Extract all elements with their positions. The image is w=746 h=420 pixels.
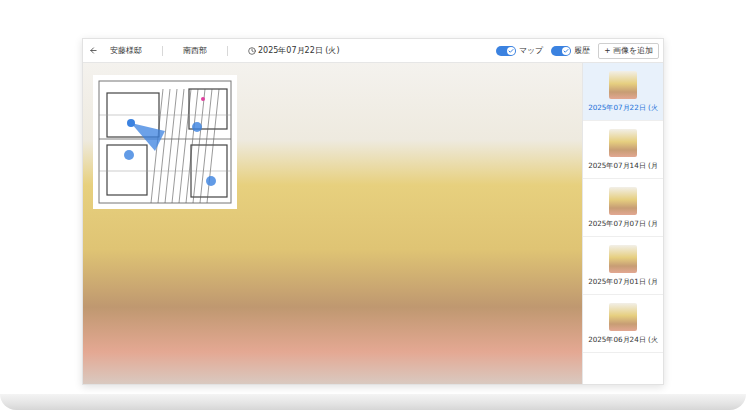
- history-thumbnail: [609, 187, 637, 215]
- history-date: 2025年07月07日 (月: [588, 219, 658, 229]
- minimap[interactable]: [93, 75, 237, 209]
- toggle-knob: [507, 47, 515, 55]
- toggle-switch[interactable]: [551, 46, 571, 56]
- toggle-switch[interactable]: [496, 46, 516, 56]
- history-item[interactable]: 2025年07月01日 (月: [583, 237, 663, 295]
- page: 安藤様邸 南西部 2025年07月22日 (火) マップ履歴 + 画像を追加 2025年0…: [0, 0, 746, 420]
- toggle[interactable]: マップ: [496, 45, 543, 56]
- history-item[interactable]: 2025年07月07日 (月: [583, 179, 663, 237]
- history-date: 2025年06月24日 (火: [588, 335, 658, 345]
- history-thumbnail: [609, 129, 637, 157]
- top-bar: 安藤様邸 南西部 2025年07月22日 (火) マップ履歴 + 画像を追加: [83, 39, 663, 63]
- history-thumbnail: [609, 71, 637, 99]
- check-icon: [563, 48, 569, 54]
- add-image-button[interactable]: + 画像を追加: [598, 43, 659, 59]
- panorama-photo[interactable]: [83, 63, 582, 384]
- laptop-base: [0, 394, 746, 410]
- app-window: 安藤様邸 南西部 2025年07月22日 (火) マップ履歴 + 画像を追加 2025年0…: [82, 38, 664, 385]
- area-name: 南西部: [183, 45, 207, 56]
- floor-plan-drawing: [93, 75, 237, 209]
- history-sidebar: 2025年07月22日 (火 2025年07月14日 (月 2025年07月07日 …: [582, 63, 663, 384]
- divider: [227, 46, 228, 56]
- content: 2025年07月22日 (火 2025年07月14日 (月 2025年07月07日 …: [83, 63, 663, 384]
- clock-icon: [248, 47, 256, 55]
- toggle-knob: [562, 47, 570, 55]
- history-item[interactable]: 2025年06月24日 (火: [583, 295, 663, 353]
- history-thumbnail: [609, 245, 637, 273]
- history-date: 2025年07月22日 (火: [588, 103, 658, 113]
- history-date: 2025年07月01日 (月: [588, 277, 658, 287]
- divider: [162, 46, 163, 56]
- back-arrow-icon[interactable]: [89, 46, 98, 55]
- history-thumbnail: [609, 303, 637, 331]
- check-icon: [508, 48, 514, 54]
- history-item[interactable]: 2025年07月22日 (火: [583, 63, 663, 121]
- project-name: 安藤様邸: [110, 45, 142, 56]
- toggle[interactable]: 履歴: [551, 45, 590, 56]
- history-item[interactable]: 2025年07月14日 (月: [583, 121, 663, 179]
- date-label[interactable]: 2025年07月22日 (火): [248, 45, 340, 56]
- history-date: 2025年07月14日 (月: [588, 161, 658, 171]
